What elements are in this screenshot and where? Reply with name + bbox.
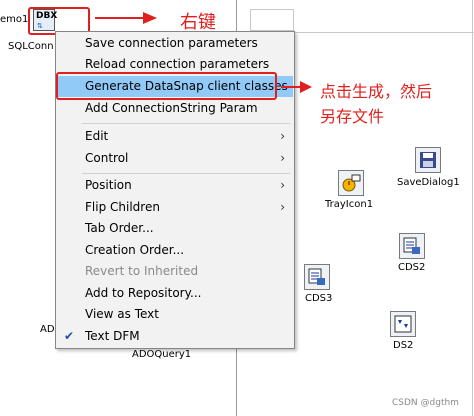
menu-item-label: Creation Order... [85, 243, 185, 257]
menu-item-save-connection-parameters[interactable]: Save connection parameters [57, 33, 293, 54]
menu-item-position[interactable]: Position › [57, 175, 293, 196]
client-dataset-icon[interactable] [399, 233, 425, 259]
watermark-text: CSDN @dgthm [392, 398, 459, 408]
menu-item-label: Add ConnectionString Param [85, 101, 258, 115]
component-label-trayicon1: TrayIcon1 [325, 199, 374, 210]
menu-item-creation-order[interactable]: Creation Order... [57, 240, 293, 261]
sqlconnection-label: SQLConn [8, 41, 54, 52]
submenu-chevron-icon: › [280, 129, 285, 143]
submenu-chevron-icon: › [280, 178, 285, 192]
menu-item-label: View as Text [85, 307, 159, 321]
component-label-cds2: CDS2 [398, 262, 426, 273]
menu-item-revert-to-inherited: Revert to Inherited [57, 261, 293, 282]
submenu-chevron-icon: › [280, 151, 285, 165]
client-dataset-icon[interactable] [304, 264, 330, 290]
menu-item-label: Tab Order... [85, 221, 154, 235]
menu-item-label: Text DFM [85, 329, 140, 343]
annotation-arrowhead-generate [300, 81, 312, 93]
menu-item-control[interactable]: Control › [57, 148, 293, 169]
menu-item-add-connectionstring-param[interactable]: Add ConnectionString Param [57, 98, 293, 119]
menu-item-add-to-repository[interactable]: Add to Repository... [57, 283, 293, 304]
menu-item-tab-order[interactable]: Tab Order... [57, 218, 293, 239]
menu-item-edit[interactable]: Edit › [57, 126, 293, 147]
menu-separator [82, 123, 290, 124]
menu-item-label: Position [85, 178, 132, 192]
menu-item-flip-children[interactable]: Flip Children › [57, 197, 293, 218]
annotation-arrowhead-right-click [143, 12, 157, 24]
component-label-cds3: CDS3 [305, 293, 333, 304]
annotation-generate-text-line1: 点击生成，然后 [320, 82, 433, 101]
menu-item-label: Flip Children [85, 200, 160, 214]
menu-item-view-as-text[interactable]: View as Text [57, 304, 293, 325]
menu-item-label: Edit [85, 129, 109, 143]
component-label-ds2: DS2 [393, 340, 414, 351]
menu-item-text-dfm[interactable]: ✔ Text DFM [57, 326, 293, 347]
tray-icon-icon[interactable] [338, 170, 364, 196]
form-border-right [472, 0, 473, 416]
submenu-chevron-icon: › [280, 200, 285, 214]
datasource-icon[interactable] [390, 311, 416, 337]
annotation-box-generate [56, 72, 277, 100]
memo-label: emo1 [0, 14, 29, 25]
component-label-savedialog1: SaveDialog1 [397, 177, 460, 188]
menu-item-label: Revert to Inherited [85, 264, 199, 278]
annotation-arrow-right-click [95, 17, 145, 19]
save-dialog-icon[interactable] [415, 147, 441, 173]
annotation-generate-text-line2: 另存文件 [320, 107, 385, 126]
menu-item-label: Save connection parameters [85, 36, 258, 50]
menu-item-label: Add to Repository... [85, 286, 202, 300]
adoquery-label: ADOQuery1 [132, 349, 192, 360]
panel-top-strip [250, 9, 294, 31]
menu-item-label: Control [85, 151, 129, 165]
checkmark-icon: ✔ [64, 329, 75, 343]
menu-separator [82, 173, 290, 174]
